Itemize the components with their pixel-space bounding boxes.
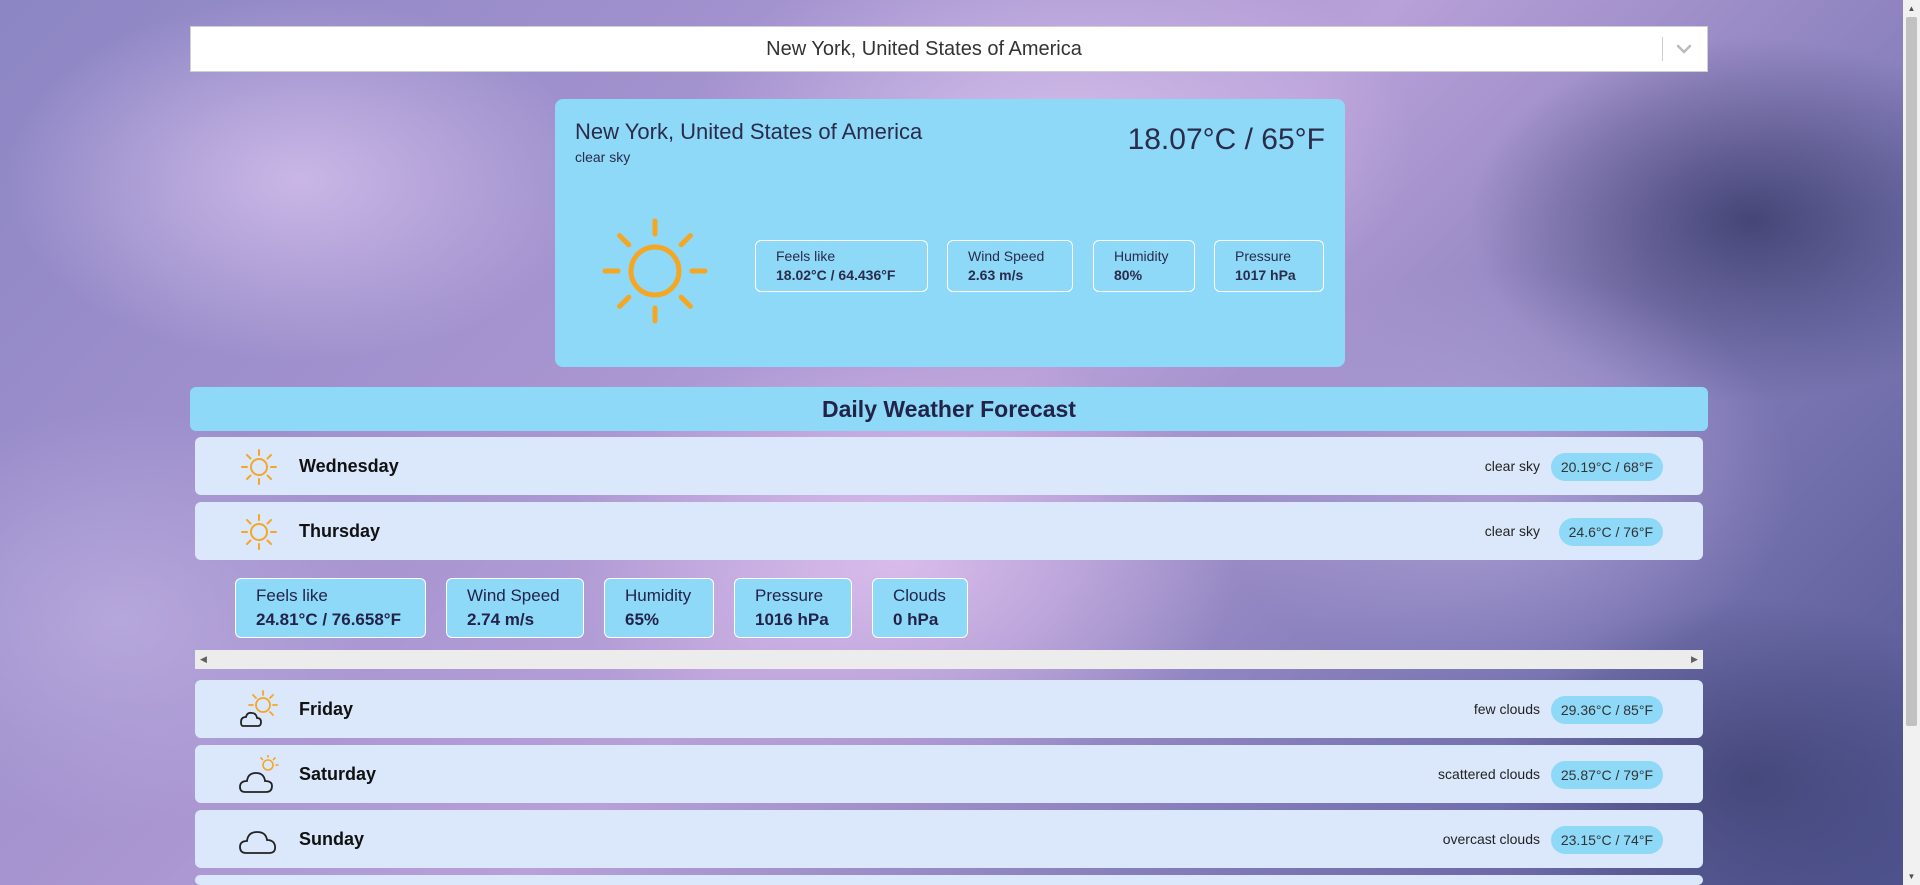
detail-humidity: Humidity 65%: [604, 578, 714, 638]
forecast-row-friday[interactable]: Friday few clouds 29.36°C / 85°F: [195, 680, 1703, 738]
location-select[interactable]: New York, United States of America: [190, 26, 1708, 72]
scroll-left-arrow-icon[interactable]: ◀: [195, 650, 212, 669]
day-condition: few clouds: [1473, 701, 1540, 717]
scrollbar-thumb[interactable]: [1906, 17, 1917, 726]
detail-feels-like: Feels like 24.81°C / 76.658°F: [235, 578, 426, 638]
stat-label: Feels like: [776, 248, 836, 264]
cloud-sun-icon: [239, 755, 279, 793]
details-horizontal-scrollbar[interactable]: ◀ ▶: [195, 650, 1703, 669]
stat-value: 1017 hPa: [1235, 267, 1296, 283]
day-temp-badge: 29.36°C / 85°F: [1550, 696, 1663, 724]
sun-icon: [602, 218, 708, 324]
day-temp-badge: 20.19°C / 68°F: [1550, 453, 1663, 481]
detail-value: 1016 hPa: [755, 610, 829, 629]
detail-wind-speed: Wind Speed 2.74 m/s: [446, 578, 584, 638]
stat-label: Humidity: [1114, 248, 1169, 264]
detail-label: Feels like: [256, 586, 328, 605]
forecast-row-thursday[interactable]: Thursday clear sky 24.6°C / 76°F: [195, 502, 1703, 560]
day-name: Friday: [299, 699, 354, 719]
forecast-row-wednesday[interactable]: Wednesday clear sky 20.19°C / 68°F: [195, 437, 1703, 495]
stat-humidity: Humidity 80%: [1093, 240, 1195, 292]
stat-value: 18.02°C / 64.436°F: [776, 267, 896, 283]
detail-label: Pressure: [755, 586, 824, 605]
current-city: New York, United States of America: [575, 119, 923, 144]
day-temp-badge: 24.6°C / 76°F: [1558, 518, 1663, 546]
stat-value: 80%: [1114, 267, 1143, 283]
location-select-value: New York, United States of America: [766, 38, 1082, 60]
detail-value: 2.74 m/s: [467, 610, 535, 629]
stat-value: 2.63 m/s: [968, 267, 1024, 283]
sun-cloud-icon: [240, 690, 278, 727]
cloud-icon: [239, 831, 277, 854]
day-condition: clear sky: [1484, 458, 1540, 474]
detail-value: 0 hPa: [893, 610, 939, 629]
day-name: Saturday: [299, 764, 377, 784]
detail-label: Wind Speed: [467, 586, 560, 605]
forecast-title: Daily Weather Forecast: [190, 387, 1708, 431]
day-temp-badge: 25.87°C / 79°F: [1550, 761, 1663, 789]
sun-icon: [241, 449, 277, 485]
page-scrollbar[interactable]: ▲ ▼: [1903, 0, 1920, 885]
detail-pressure: Pressure 1016 hPa: [734, 578, 852, 638]
detail-value: 65%: [625, 610, 660, 629]
stat-pressure: Pressure 1017 hPa: [1214, 240, 1324, 292]
current-temperature: 18.07°C / 65°F: [1127, 123, 1325, 156]
stat-label: Wind Speed: [968, 248, 1045, 264]
stat-wind-speed: Wind Speed 2.63 m/s: [947, 240, 1073, 292]
forecast-row-saturday[interactable]: Saturday scattered clouds 25.87°C / 79°F: [195, 745, 1703, 803]
stat-feels-like: Feels like 18.02°C / 64.436°F: [755, 240, 928, 292]
scroll-right-arrow-icon[interactable]: ▶: [1686, 650, 1703, 669]
detail-label: Clouds: [893, 586, 946, 605]
day-condition: scattered clouds: [1438, 766, 1540, 782]
current-weather-card: New York, United States of America clear…: [555, 99, 1345, 367]
chevron-down-icon[interactable]: [1671, 35, 1697, 63]
day-name: Wednesday: [299, 456, 399, 476]
day-name: Thursday: [299, 521, 381, 541]
forecast-row-next[interactable]: [195, 875, 1703, 885]
day-name: Sunday: [299, 829, 365, 849]
current-description: clear sky: [575, 149, 631, 165]
day-temp-badge: 23.15°C / 74°F: [1550, 826, 1663, 854]
day-condition: overcast clouds: [1442, 831, 1540, 847]
scroll-down-arrow-icon[interactable]: ▼: [1903, 868, 1920, 885]
detail-value: 24.81°C / 76.658°F: [256, 610, 401, 629]
forecast-row-sunday[interactable]: Sunday overcast clouds 23.15°C / 74°F: [195, 810, 1703, 868]
sun-icon: [241, 514, 277, 550]
select-separator: [1662, 37, 1663, 61]
detail-clouds: Clouds 0 hPa: [872, 578, 968, 638]
day-condition: clear sky: [1484, 523, 1540, 539]
detail-label: Humidity: [625, 586, 692, 605]
scroll-up-arrow-icon[interactable]: ▲: [1903, 0, 1920, 17]
stat-label: Pressure: [1235, 248, 1292, 264]
